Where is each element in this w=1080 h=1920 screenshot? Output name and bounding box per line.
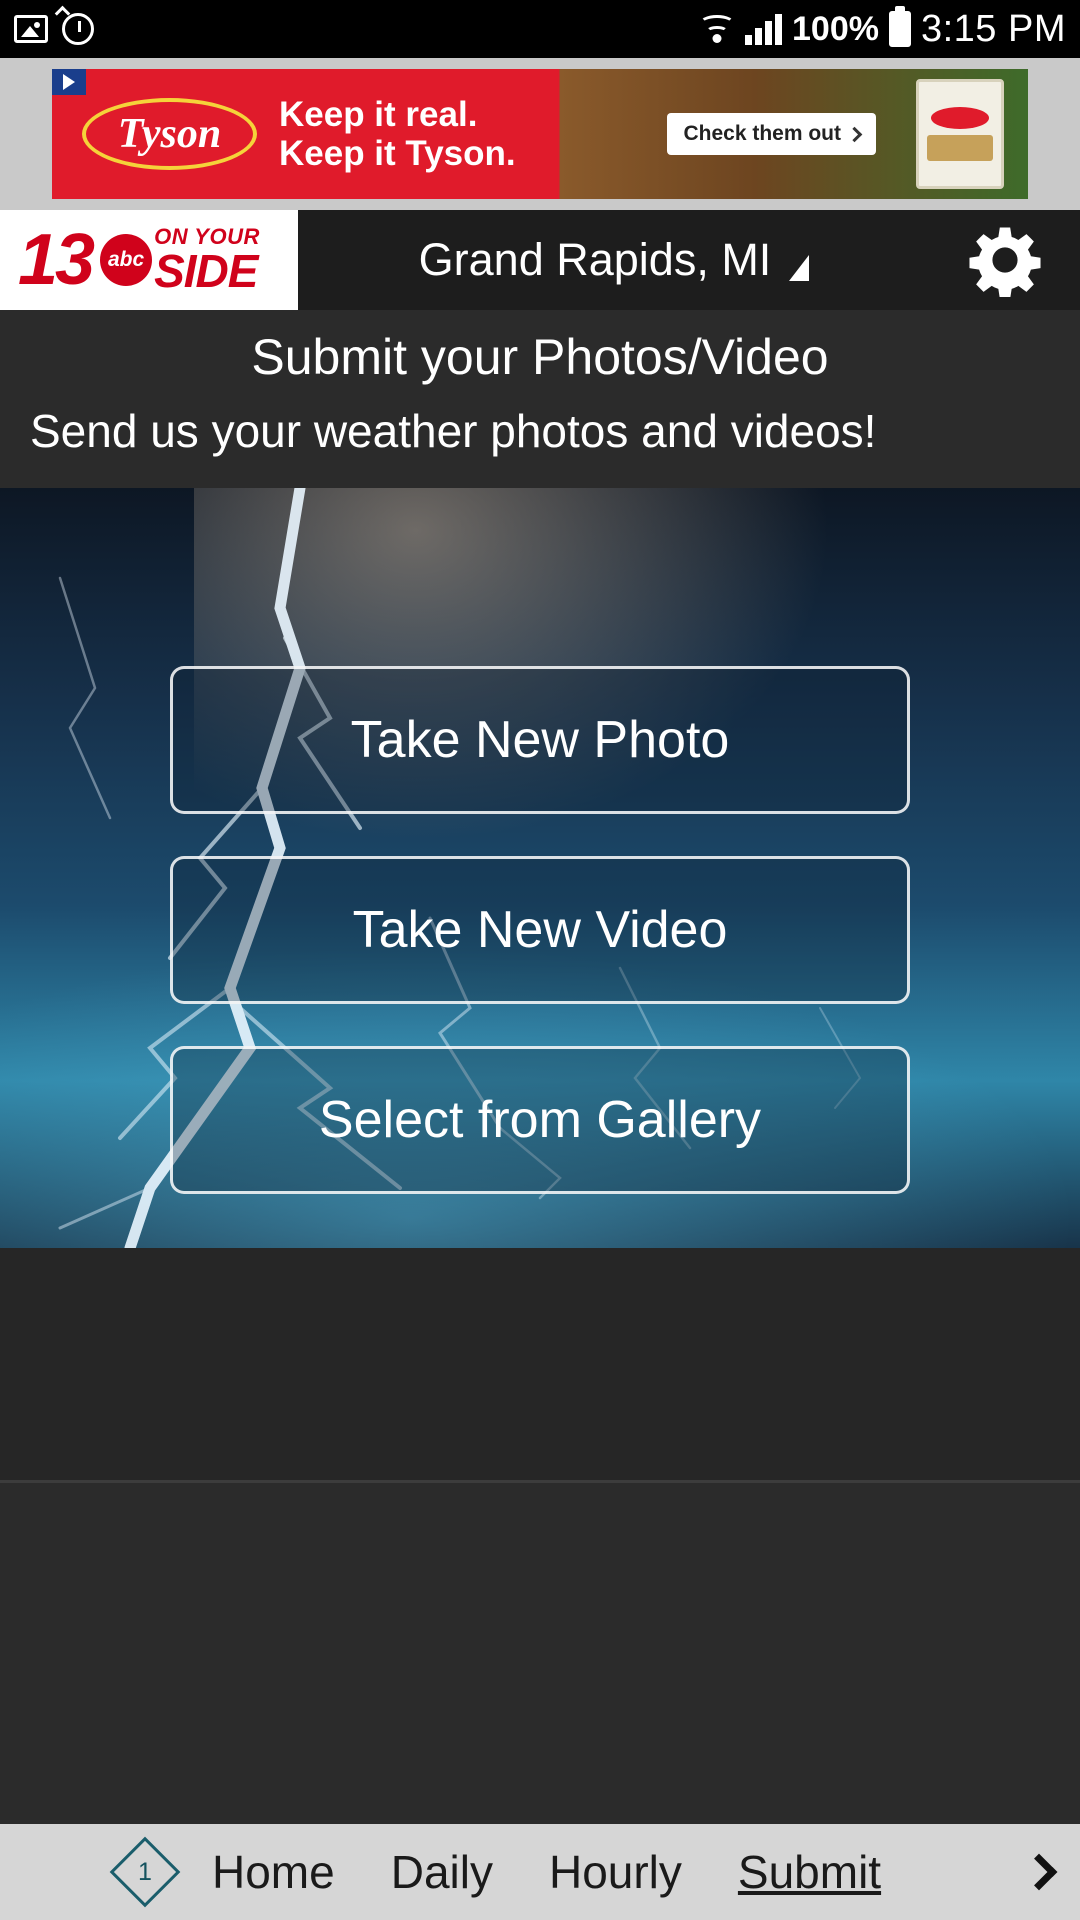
phone-screen: 100% 3:15 PM Tyson Keep it real. Keep it… — [0, 0, 1080, 1920]
settings-button[interactable] — [930, 210, 1080, 310]
battery-percent-label: 100% — [792, 9, 879, 48]
content-filler — [0, 1247, 1080, 1480]
wifi-icon — [699, 15, 735, 43]
battery-icon — [888, 11, 911, 47]
app-header: 13 abc ON YOUR SIDE Grand Rapids, MI — [0, 210, 1080, 310]
ad-banner[interactable]: Tyson Keep it real. Keep it Tyson. Check… — [52, 69, 1028, 199]
chevron-right-icon — [846, 126, 863, 142]
nav-item-hourly[interactable]: Hourly — [521, 1845, 710, 1899]
select-from-gallery-button[interactable]: Select from Gallery — [170, 1045, 910, 1194]
image-icon — [14, 15, 48, 43]
ad-line-2: Keep it Tyson. — [279, 134, 516, 173]
alarm-clock-icon — [62, 13, 94, 45]
page-subtitle: Send us your weather photos and videos! — [30, 405, 877, 457]
nav-item-submit[interactable]: Submit — [710, 1845, 909, 1899]
logo-side: SIDE — [154, 245, 258, 297]
abc-network-icon: abc — [100, 234, 153, 286]
ad-brand-logo: Tyson — [82, 98, 257, 170]
nav-divider — [0, 1479, 1080, 1483]
submit-actions: Take New Photo Take New Video Select fro… — [0, 665, 1080, 1194]
bottom-navigation: 1 Home Daily Hourly Submit — [0, 1824, 1080, 1920]
nav-item-daily[interactable]: Daily — [363, 1845, 521, 1899]
nav-items: Home Daily Hourly Submit — [184, 1845, 909, 1899]
status-bar-clock: 3:15 PM — [920, 7, 1066, 50]
ad-product-image — [916, 79, 1004, 189]
gear-icon — [969, 227, 1041, 297]
status-bar-left-icons — [14, 13, 94, 45]
status-bar-right-icons: 100% 3:15 PM — [699, 8, 1066, 51]
location-selector[interactable]: Grand Rapids, MI — [298, 210, 930, 310]
page-title: Submit your Photos/Video — [251, 329, 829, 385]
ad-choices-icon[interactable] — [52, 69, 86, 95]
ad-copy: Keep it real. Keep it Tyson. — [279, 95, 516, 173]
ad-cta-label: Check them out — [683, 122, 841, 145]
ad-line-1: Keep it real. — [279, 94, 478, 134]
logo-number: 13 — [18, 219, 95, 300]
nav-item-home[interactable]: Home — [184, 1845, 363, 1899]
chevron-right-icon[interactable] — [1020, 1853, 1058, 1891]
location-label: Grand Rapids, MI — [418, 234, 772, 285]
ad-banner-container: Tyson Keep it real. Keep it Tyson. Check… — [0, 58, 1080, 210]
station-logo[interactable]: 13 abc ON YOUR SIDE — [0, 210, 298, 310]
status-bar: 100% 3:15 PM — [0, 0, 1080, 58]
dropdown-triangle-icon — [789, 255, 810, 281]
submit-header-block: Submit your Photos/Video Send us your we… — [0, 310, 1080, 488]
take-new-photo-button[interactable]: Take New Photo — [170, 665, 910, 814]
cellular-signal-icon — [745, 13, 782, 45]
lightning-hero-image: Take New Photo Take New Video Select fro… — [0, 487, 1080, 1248]
alert-badge-count: 1 — [138, 1857, 152, 1886]
take-new-video-button[interactable]: Take New Video — [170, 855, 910, 1004]
ad-cta-button[interactable]: Check them out — [667, 113, 876, 155]
alert-badge[interactable]: 1 — [109, 1836, 181, 1908]
